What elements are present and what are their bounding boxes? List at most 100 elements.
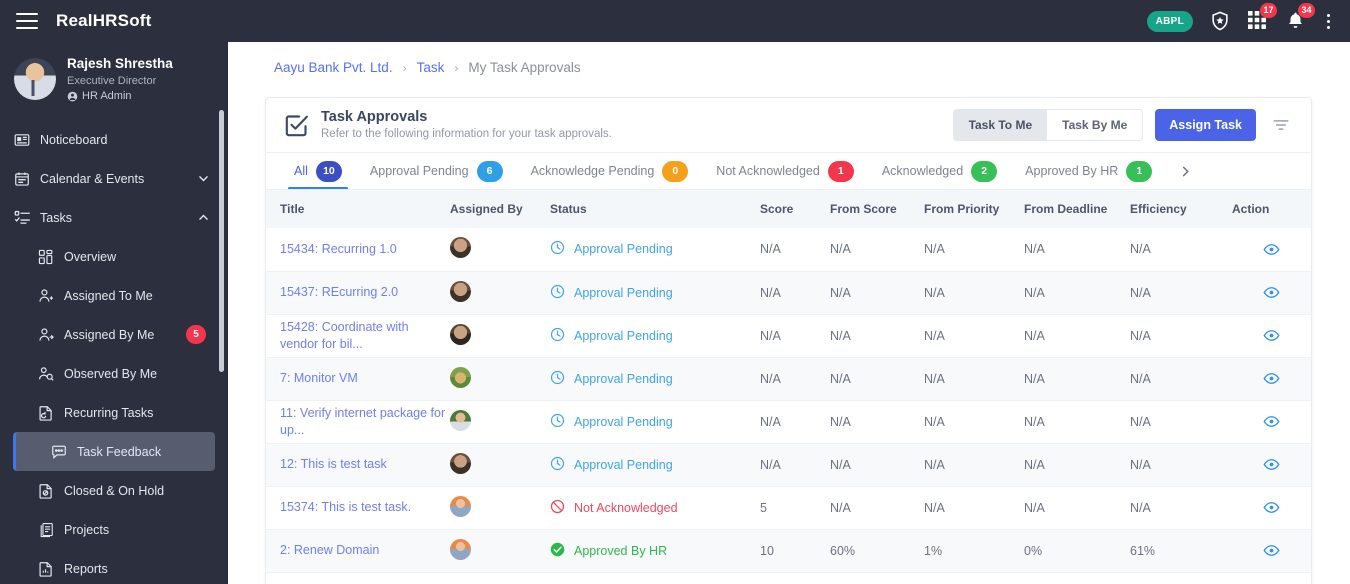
sidebar-scrollbar[interactable] [219,110,224,372]
view-icon[interactable] [1232,327,1311,344]
shield-star-icon[interactable] [1209,10,1231,32]
tab-approved-by-hr[interactable]: Approved By HR 1 [1011,153,1166,189]
menu-toggle-icon[interactable] [16,13,38,29]
sidebar-item-tasks[interactable]: Tasks [0,198,228,237]
sidebar-item-label: Noticeboard [40,132,108,147]
table-row[interactable]: 15374: This is test task. Not Acknowledge… [266,486,1311,529]
task-title-link[interactable]: 12: This is test task [280,456,450,473]
chevron-up-icon[interactable] [197,211,210,224]
sidebar-badge-assigned-by-me: 5 [186,325,206,345]
breadcrumb: Aayu Bank Pvt. Ltd. › Task › My Task App… [228,42,1350,75]
table-row[interactable]: 7: Monitor VM Approval Pending N/A N/A N/A N/… [266,357,1311,400]
apps-grid-icon[interactable]: 17 [1247,3,1277,32]
cell-assigned-by [450,400,550,443]
organization-badge[interactable]: ABPL [1146,10,1193,32]
sidebar-item-reports[interactable]: Reports [0,549,228,584]
closed-icon [38,483,64,499]
cell-action [1232,529,1311,572]
profile-tag: HR Admin [67,90,173,102]
filter-icon[interactable] [1272,116,1290,134]
cell-assigned-by [450,314,550,357]
sidebar-item-recurring-tasks[interactable]: Recurring Tasks [0,393,228,432]
cell-action [1232,400,1311,443]
view-icon[interactable] [1232,241,1311,258]
assign-task-button[interactable]: Assign Task [1155,109,1256,141]
cell-title: 15374: This is test task. [266,486,450,529]
task-title-link[interactable]: 15437: REcurring 2.0 [280,284,450,301]
breadcrumb-company[interactable]: Aayu Bank Pvt. Ltd. [274,60,393,75]
status-icon [550,370,565,388]
tab-acknowledge-pending[interactable]: Acknowledge Pending 0 [517,153,703,189]
sidebar-item-noticeboard[interactable]: Noticeboard [0,120,228,159]
tab-label: Approval Pending [369,164,469,178]
task-title-link[interactable]: 7: Monitor VM [280,370,450,387]
chevron-down-icon[interactable] [197,172,210,185]
cell-score: N/A [760,457,781,472]
view-icon[interactable] [1232,542,1311,559]
task-title-link[interactable]: 11: Verify internet package for up... [280,405,450,439]
view-icon[interactable] [1232,413,1311,430]
breadcrumb-section[interactable]: Task [417,60,445,75]
table-row[interactable]: 15437: REcurring 2.0 Approval Pending N/A N… [266,271,1311,314]
cell-from-deadline: N/A [1024,242,1045,257]
status-label: Approval Pending [574,457,673,472]
task-to-me-button[interactable]: Task To Me [953,110,1048,140]
cell-title: 15434: Recurring 1.0 [266,228,450,271]
cell-efficiency: N/A [1130,371,1151,386]
task-title-link[interactable]: 15374: This is test task. [280,499,450,516]
feedback-icon [51,444,77,460]
sidebar-item-calendar-events[interactable]: Calendar & Events [0,159,228,198]
tab-label: Not Acknowledged [716,164,820,178]
cell-efficiency: N/A [1130,457,1151,472]
table-row[interactable]: 11: Verify internet package for up... App… [266,400,1311,443]
sidebar-item-closed-on-hold[interactable]: Closed & On Hold [0,471,228,510]
view-icon[interactable] [1232,456,1311,473]
status-label: Approval Pending [574,285,673,300]
table-header: Title Assigned By Status Score From Scor… [266,190,1311,228]
tab-all[interactable]: All 10 [280,153,356,189]
status-label: Approved By HR [574,543,668,558]
user-circle-icon [67,91,78,102]
sidebar-item-observed-by-me[interactable]: Observed By Me [0,354,228,393]
table-row[interactable]: 15428: Coordinate with vendor for bil...… [266,314,1311,357]
user-profile[interactable]: Rajesh Shrestha Executive Director HR Ad… [0,42,228,116]
more-options-icon[interactable] [1323,13,1334,29]
sidebar-item-projects[interactable]: Projects [0,510,228,549]
task-by-me-button[interactable]: Task By Me [1047,110,1143,140]
task-approvals-table: Title Assigned By Status Score From Scor… [266,190,1311,573]
cell-efficiency: N/A [1130,414,1151,429]
cell-efficiency: N/A [1130,242,1151,257]
sidebar-item-label: Overview [64,249,117,264]
cell-title: 2: Renew Domain [266,529,450,572]
avatar [14,58,56,101]
tabs-next-icon[interactable] [1170,164,1201,179]
task-title-link[interactable]: 15434: Recurring 1.0 [280,241,450,258]
table-row[interactable]: 12: This is test task Approval Pending N/A… [266,443,1311,486]
cell-from-deadline: N/A [1024,500,1045,515]
task-title-link[interactable]: 2: Renew Domain [280,542,450,559]
status-icon [550,327,565,345]
col-from-priority: From Priority [924,190,1024,228]
cell-from-priority: 1% [924,543,943,558]
tab-not-acknowledged[interactable]: Not Acknowledged 1 [702,153,868,189]
task-title-link[interactable]: 15428: Coordinate with vendor for bil... [280,319,450,353]
view-icon[interactable] [1232,370,1311,387]
sidebar-item-assigned-by-me[interactable]: Assigned By Me 5 [0,315,228,354]
cell-from-priority: N/A [924,371,945,386]
cell-from-score: N/A [830,328,851,343]
cell-status: Approval Pending [550,228,760,271]
view-icon[interactable] [1232,499,1311,516]
table-row[interactable]: 2: Renew Domain Approved By HR 10 60% 1% 0% 61… [266,529,1311,572]
view-icon[interactable] [1232,284,1311,301]
table-row[interactable]: 15434: Recurring 1.0 Approval Pending N/A N… [266,228,1311,271]
sidebar-item-assigned-to-me[interactable]: Assigned To Me [0,276,228,315]
notifications-badge-count: 34 [1298,3,1315,18]
tab-approval-pending[interactable]: Approval Pending 6 [356,153,517,189]
sidebar-item-overview[interactable]: Overview [0,237,228,276]
sidebar-item-task-feedback[interactable]: Task Feedback [13,432,215,472]
cell-title: 12: This is test task [266,443,450,486]
tab-label: All [294,164,308,178]
notifications-bell-icon[interactable]: 34 [1285,3,1315,32]
noticeboard-icon [14,132,40,148]
tab-acknowledged[interactable]: Acknowledged 2 [868,153,1011,189]
